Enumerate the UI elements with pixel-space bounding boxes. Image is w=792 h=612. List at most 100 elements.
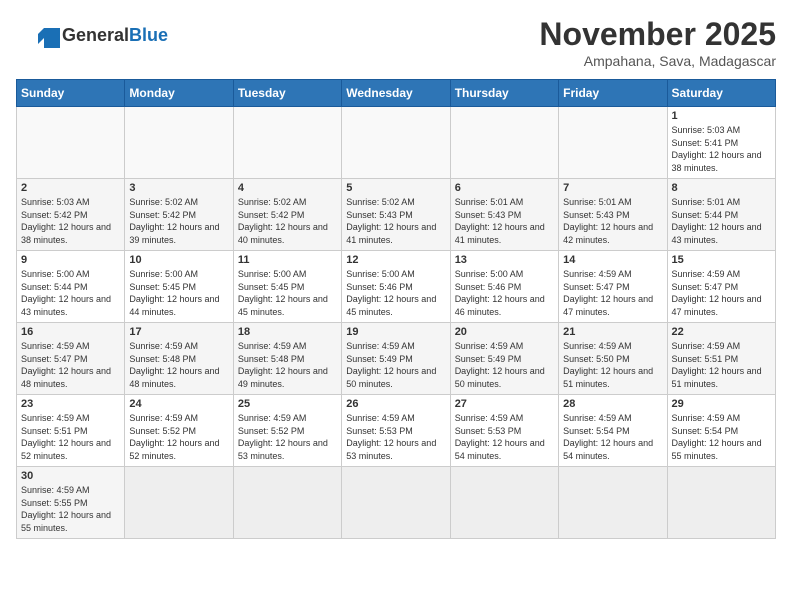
calendar-day-cell: 22 Sunrise: 4:59 AMSunset: 5:51 PMDayligh… [667, 323, 775, 395]
calendar-day-cell [559, 467, 667, 539]
day-info: Sunrise: 5:02 AMSunset: 5:43 PMDaylight:… [346, 196, 445, 246]
calendar-week-row: 16Sunrise: 4:59 AMSunset: 5:47 PMDayligh… [17, 323, 776, 395]
day-info: Sunrise: 4:59 AMSunset: 5:48 PMDaylight:… [129, 340, 228, 390]
calendar-day-cell: 2 Sunrise: 5:03 AMSunset: 5:42 PMDaylight… [17, 179, 125, 251]
day-number: 5 [346, 182, 445, 194]
calendar-day-cell: 25 Sunrise: 4:59 AMSunset: 5:52 PMDayligh… [233, 395, 341, 467]
day-info: Sunrise: 4:59 AMSunset: 5:51 PMDaylight:… [672, 340, 771, 390]
calendar-header-day: Sunday [17, 80, 125, 107]
page-header: GeneralBlue November 2025 Ampahana, Sava… [16, 16, 776, 69]
day-info: Sunrise: 5:00 AMSunset: 5:46 PMDaylight:… [346, 268, 445, 318]
day-info: Sunrise: 5:00 AMSunset: 5:46 PMDaylight:… [455, 268, 554, 318]
day-info: Sunrise: 4:59 AMSunset: 5:50 PMDaylight:… [563, 340, 662, 390]
logo-text: GeneralBlue [62, 25, 168, 45]
day-info: Sunrise: 4:59 AMSunset: 5:54 PMDaylight:… [672, 412, 771, 462]
calendar-day-cell [233, 107, 341, 179]
calendar-day-cell: 13 Sunrise: 5:00 AMSunset: 5:46 PMDayligh… [450, 251, 558, 323]
calendar-day-cell: 20Sunrise: 4:59 AMSunset: 5:49 PMDayligh… [450, 323, 558, 395]
calendar-day-cell: 21 Sunrise: 4:59 AMSunset: 5:50 PMDayligh… [559, 323, 667, 395]
calendar-day-cell [125, 467, 233, 539]
day-number: 15 [672, 254, 771, 266]
calendar-day-cell: 12 Sunrise: 5:00 AMSunset: 5:46 PMDayligh… [342, 251, 450, 323]
day-number: 7 [563, 182, 662, 194]
title-area: November 2025 Ampahana, Sava, Madagascar [539, 16, 776, 69]
calendar-day-cell [342, 107, 450, 179]
day-number: 14 [563, 254, 662, 266]
calendar-header-day: Tuesday [233, 80, 341, 107]
calendar-day-cell [559, 107, 667, 179]
calendar-day-cell: 9 Sunrise: 5:00 AMSunset: 5:44 PMDaylight… [17, 251, 125, 323]
day-number: 8 [672, 182, 771, 194]
day-number: 9 [21, 254, 120, 266]
calendar-day-cell: 23 Sunrise: 4:59 AMSunset: 5:51 PMDayligh… [17, 395, 125, 467]
day-number: 19 [346, 326, 445, 338]
day-number: 18 [238, 326, 337, 338]
day-number: 21 [563, 326, 662, 338]
calendar-week-row: 9 Sunrise: 5:00 AMSunset: 5:44 PMDaylight… [17, 251, 776, 323]
calendar-day-cell: 24Sunrise: 4:59 AMSunset: 5:52 PMDayligh… [125, 395, 233, 467]
calendar-day-cell: 14 Sunrise: 4:59 AMSunset: 5:47 PMDayligh… [559, 251, 667, 323]
day-info: Sunrise: 5:01 AMSunset: 5:43 PMDaylight:… [455, 196, 554, 246]
calendar-day-cell: 8 Sunrise: 5:01 AMSunset: 5:44 PMDaylight… [667, 179, 775, 251]
day-info: Sunrise: 5:01 AMSunset: 5:43 PMDaylight:… [563, 196, 662, 246]
calendar-day-cell: 10 Sunrise: 5:00 AMSunset: 5:45 PMDayligh… [125, 251, 233, 323]
day-number: 16 [21, 326, 120, 338]
calendar-week-row: 1 Sunrise: 5:03 AMSunset: 5:41 PMDaylight… [17, 107, 776, 179]
day-number: 23 [21, 398, 120, 410]
day-number: 26 [346, 398, 445, 410]
day-number: 30 [21, 470, 120, 482]
day-info: Sunrise: 5:01 AMSunset: 5:44 PMDaylight:… [672, 196, 771, 246]
day-number: 2 [21, 182, 120, 194]
day-number: 27 [455, 398, 554, 410]
day-info: Sunrise: 4:59 AMSunset: 5:47 PMDaylight:… [672, 268, 771, 318]
calendar-day-cell [667, 467, 775, 539]
calendar-day-cell: 7 Sunrise: 5:01 AMSunset: 5:43 PMDaylight… [559, 179, 667, 251]
calendar-day-cell: 4Sunrise: 5:02 AMSunset: 5:42 PMDaylight… [233, 179, 341, 251]
day-info: Sunrise: 5:03 AMSunset: 5:42 PMDaylight:… [21, 196, 120, 246]
day-number: 11 [238, 254, 337, 266]
day-info: Sunrise: 4:59 AMSunset: 5:54 PMDaylight:… [563, 412, 662, 462]
calendar-day-cell: 6Sunrise: 5:01 AMSunset: 5:43 PMDaylight… [450, 179, 558, 251]
calendar-day-cell: 29 Sunrise: 4:59 AMSunset: 5:54 PMDayligh… [667, 395, 775, 467]
logo-area: GeneralBlue [16, 16, 168, 56]
calendar-header-row: SundayMondayTuesdayWednesdayThursdayFrid… [17, 80, 776, 107]
day-number: 29 [672, 398, 771, 410]
page-title: November 2025 [539, 16, 776, 53]
calendar-day-cell: 15 Sunrise: 4:59 AMSunset: 5:47 PMDayligh… [667, 251, 775, 323]
day-number: 25 [238, 398, 337, 410]
day-info: Sunrise: 5:00 AMSunset: 5:45 PMDaylight:… [238, 268, 337, 318]
day-number: 3 [129, 182, 228, 194]
calendar-header-day: Wednesday [342, 80, 450, 107]
calendar-day-cell: 30 Sunrise: 4:59 AMSunset: 5:55 PMDayligh… [17, 467, 125, 539]
day-number: 28 [563, 398, 662, 410]
calendar-day-cell: 11 Sunrise: 5:00 AMSunset: 5:45 PMDayligh… [233, 251, 341, 323]
calendar-day-cell: 16Sunrise: 4:59 AMSunset: 5:47 PMDayligh… [17, 323, 125, 395]
day-info: Sunrise: 5:00 AMSunset: 5:45 PMDaylight:… [129, 268, 228, 318]
day-number: 22 [672, 326, 771, 338]
day-number: 10 [129, 254, 228, 266]
day-info: Sunrise: 4:59 AMSunset: 5:52 PMDaylight:… [129, 412, 228, 462]
calendar-day-cell: 27 Sunrise: 4:59 AMSunset: 5:53 PMDayligh… [450, 395, 558, 467]
calendar-day-cell: 28 Sunrise: 4:59 AMSunset: 5:54 PMDayligh… [559, 395, 667, 467]
day-info: Sunrise: 4:59 AMSunset: 5:51 PMDaylight:… [21, 412, 120, 462]
day-number: 1 [672, 110, 771, 122]
calendar-week-row: 2 Sunrise: 5:03 AMSunset: 5:42 PMDaylight… [17, 179, 776, 251]
day-info: Sunrise: 4:59 AMSunset: 5:55 PMDaylight:… [21, 484, 120, 534]
calendar-header-day: Thursday [450, 80, 558, 107]
calendar-header-day: Saturday [667, 80, 775, 107]
calendar-week-row: 23 Sunrise: 4:59 AMSunset: 5:51 PMDayligh… [17, 395, 776, 467]
day-number: 13 [455, 254, 554, 266]
day-info: Sunrise: 4:59 AMSunset: 5:52 PMDaylight:… [238, 412, 337, 462]
day-info: Sunrise: 5:02 AMSunset: 5:42 PMDaylight:… [129, 196, 228, 246]
calendar-table: SundayMondayTuesdayWednesdayThursdayFrid… [16, 79, 776, 539]
day-info: Sunrise: 4:59 AMSunset: 5:47 PMDaylight:… [563, 268, 662, 318]
calendar-day-cell: 26Sunrise: 4:59 AMSunset: 5:53 PMDayligh… [342, 395, 450, 467]
day-info: Sunrise: 5:00 AMSunset: 5:44 PMDaylight:… [21, 268, 120, 318]
day-info: Sunrise: 4:59 AMSunset: 5:53 PMDaylight:… [455, 412, 554, 462]
day-info: Sunrise: 5:02 AMSunset: 5:42 PMDaylight:… [238, 196, 337, 246]
day-info: Sunrise: 4:59 AMSunset: 5:48 PMDaylight:… [238, 340, 337, 390]
day-number: 12 [346, 254, 445, 266]
calendar-week-row: 30 Sunrise: 4:59 AMSunset: 5:55 PMDayligh… [17, 467, 776, 539]
day-info: Sunrise: 5:03 AMSunset: 5:41 PMDaylight:… [672, 124, 771, 174]
calendar-day-cell [342, 467, 450, 539]
